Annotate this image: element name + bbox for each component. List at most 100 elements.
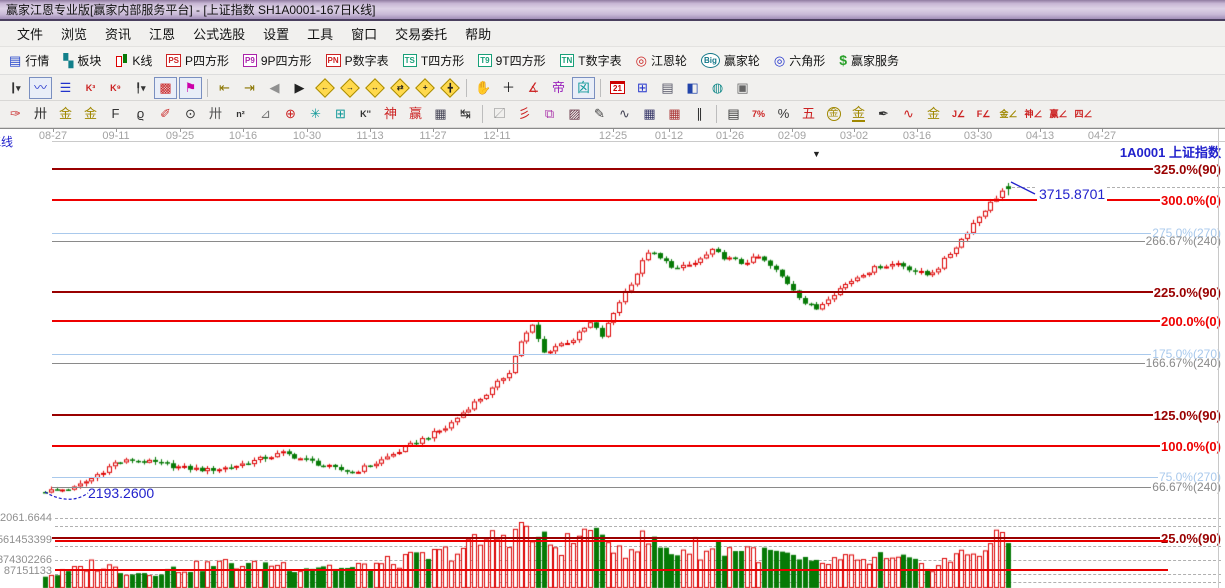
ying-tool[interactable]: 赢 [404,103,427,125]
sketch-angle-tool[interactable]: ✎ [588,103,611,125]
price-ruler-tool[interactable]: 卅 [204,103,227,125]
sector-button[interactable]: ▚板块 [56,47,108,74]
info-list-tool[interactable]: ☰ [54,77,77,99]
web-grid-tool[interactable]: ✳ [304,103,327,125]
five-lines-tool[interactable]: 五 [797,103,820,125]
percent-tool[interactable]: % [772,103,795,125]
price-scale-tool[interactable]: ▤ [722,103,745,125]
calendar-tool[interactable]: 21 [606,77,629,99]
nav-prev-button[interactable]: ◀ [263,77,286,99]
red-fan-tool[interactable]: 彡 [513,103,536,125]
k3-line-tool[interactable]: K³ [79,77,102,99]
window-titlebar[interactable]: 赢家江恩专业版[赢家内部服务平台] - [上证指数 SH1A0001-167日K… [0,0,1225,21]
gann-clock-tool[interactable]: ⊙ [179,103,202,125]
shen-tool[interactable]: 神 [379,103,402,125]
angle-pick-tool[interactable]: ∡ [522,77,545,99]
export-web-tool[interactable]: ◍ [706,77,729,99]
menu-item-help[interactable]: 帮助 [456,24,500,43]
four-angle-tool[interactable]: 四∠ [1072,103,1095,125]
measure-tool[interactable]: 帝 [547,77,570,99]
dark-fan-box-tool[interactable]: ▨ [563,103,586,125]
calculator-tool[interactable]: ⊞ [631,77,654,99]
ying-angle-tool[interactable]: 赢∠ [1047,103,1070,125]
pattern-box-tool[interactable]: ▩ [154,77,177,99]
angle-pencil-tool[interactable]: ✐ [154,103,177,125]
percent-tool-icon: % [778,104,790,124]
brain-analysis-tool[interactable]: 囟 [572,77,595,99]
gold-angle-tool[interactable]: 金∠ [997,103,1020,125]
k-prime-tool[interactable]: K'' [354,103,377,125]
spiral-tool[interactable]: ϱ [129,103,152,125]
grid-table-tool[interactable]: ▦ [429,103,452,125]
gold-ruler-tool-b[interactable]: 金 [79,103,102,125]
crosshair-tool[interactable]: ＋ [497,77,520,99]
memo-tool[interactable]: ▤ [656,77,679,99]
hand-drag-tool[interactable]: ✋ [472,77,495,99]
winner-service-button[interactable]: $赢家服务 [832,47,906,74]
mirror-angle-tool[interactable]: ⊿ [254,103,277,125]
j-angle-tool[interactable]: J∠ [947,103,970,125]
winner-wheel-button[interactable]: Big赢家轮 [694,47,767,74]
nav-next-button[interactable]: ▶ [288,77,311,99]
t-table-button[interactable]: TNT数字表 [553,47,629,74]
h-expand-diamond[interactable]: ↔ [363,77,386,99]
gann-grid-tool-a[interactable]: ▦ [638,103,661,125]
nav-last-button[interactable]: ⇥ [238,77,261,99]
wave-tool[interactable]: ∿ [613,103,636,125]
menu-item-tools[interactable]: 工具 [298,24,342,43]
export-computer-tool[interactable]: ▣ [731,77,754,99]
t-table-button-label: T数字表 [578,52,621,69]
t-square-button[interactable]: TST四方形 [396,47,472,74]
menu-item-window[interactable]: 窗口 [342,24,386,43]
red-wave-tool[interactable]: ∿ [897,103,920,125]
menu-item-news[interactable]: 资讯 [96,24,140,43]
shen-angle-tool[interactable]: 神∠ [1022,103,1045,125]
target-cross-tool[interactable]: ⊕ [279,103,302,125]
menu-item-formula-stock-pick[interactable]: 公式选股 [184,24,254,43]
time-ruler-tool[interactable]: 卅 [29,103,52,125]
9t-square-button[interactable]: T99T四方形 [471,47,552,74]
expand-all-diamond[interactable]: ╋ [438,77,461,99]
p-square-button[interactable]: PSP四方形 [159,47,236,74]
zoom-right-diamond[interactable]: → [338,77,361,99]
volume-profile-tool[interactable]: ⚑ [179,77,202,99]
h-compress-diamond[interactable]: ⇄ [388,77,411,99]
hexagon-button[interactable]: ◎六角形 [767,47,832,74]
seven-percent-tool[interactable]: 7% [747,103,770,125]
menu-item-file[interactable]: 文件 [8,24,52,43]
gann-wheel-button[interactable]: ◎江恩轮 [629,47,694,74]
gold-lines-tool[interactable]: 金 [847,103,870,125]
web-square-tool[interactable]: ⊞ [329,103,352,125]
parallel-lines-tool[interactable]: ∥ [688,103,711,125]
save-tool[interactable]: ◧ [681,77,704,99]
box-frame-tool[interactable]: 〼 [488,103,511,125]
quote-button[interactable]: ▤行情 [2,47,56,74]
menu-item-gann[interactable]: 江恩 [140,24,184,43]
candle-type-dropdown[interactable]: ╿▾ [129,77,152,99]
f-angle-tool[interactable]: F∠ [972,103,995,125]
span-measure-tool[interactable]: ↹ [454,103,477,125]
k9-line-tool[interactable]: K⁹ [104,77,127,99]
fibonacci-ruler-tool[interactable]: F [104,103,127,125]
seven-percent-tool-icon: 7% [752,104,765,124]
9p-square-button[interactable]: P99P四方形 [236,47,318,74]
gold-plain-tool[interactable]: 金 [922,103,945,125]
gold-circle-tool[interactable]: 金 [822,103,845,125]
zigzag-box-tool[interactable]: 〰 [29,77,52,99]
kline-button[interactable]: K线 [108,47,159,74]
menu-item-trade-order[interactable]: 交易委托 [386,24,456,43]
draw-pen-tool[interactable]: ✑ [4,103,27,125]
compress-all-diamond[interactable]: + [413,77,436,99]
zoom-left-diamond[interactable]: ← [313,77,336,99]
menu-item-browse[interactable]: 浏览 [52,24,96,43]
square-of-nine-tool[interactable]: n² [229,103,252,125]
p-table-button[interactable]: PNP数字表 [319,47,396,74]
gann-grid-tool-b[interactable]: ▦ [663,103,686,125]
fan-box-tool[interactable]: ⧉ [538,103,561,125]
kline-style-dropdown[interactable]: ┃▾ [4,77,27,99]
nav-first-button[interactable]: ⇤ [213,77,236,99]
kline-canvas[interactable] [0,129,1225,588]
ink-pen-tool[interactable]: ✒ [872,103,895,125]
gold-ruler-tool-a[interactable]: 金 [54,103,77,125]
menu-item-settings[interactable]: 设置 [254,24,298,43]
